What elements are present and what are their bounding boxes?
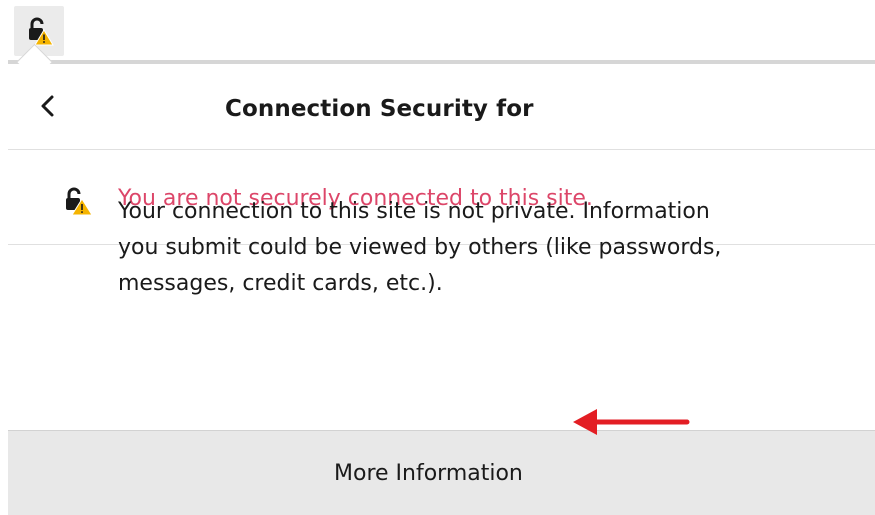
insecure-lock-warning-icon xyxy=(66,187,93,216)
description-line: messages, credit cards, etc.). xyxy=(118,271,443,296)
connection-security-panel: Connection Security for You are not secu… xyxy=(8,60,875,515)
panel-header: Connection Security for xyxy=(8,64,875,150)
description-line: Your connection to this site is not priv… xyxy=(118,199,710,224)
back-button[interactable] xyxy=(28,86,68,126)
description-line: you submit could be viewed by others (li… xyxy=(118,235,722,260)
insecure-lock-warning-icon xyxy=(29,17,54,46)
more-information-label: More Information xyxy=(334,461,523,486)
more-information-button[interactable]: More Information xyxy=(8,430,875,515)
url-bar-strip xyxy=(0,0,875,62)
connection-description: Your connection to this site is not priv… xyxy=(118,194,818,302)
annotation-arrow-icon xyxy=(573,409,690,435)
chevron-left-icon xyxy=(41,95,54,117)
page: Connection Security for You are not secu… xyxy=(0,0,875,515)
panel-title: Connection Security for xyxy=(225,96,534,122)
